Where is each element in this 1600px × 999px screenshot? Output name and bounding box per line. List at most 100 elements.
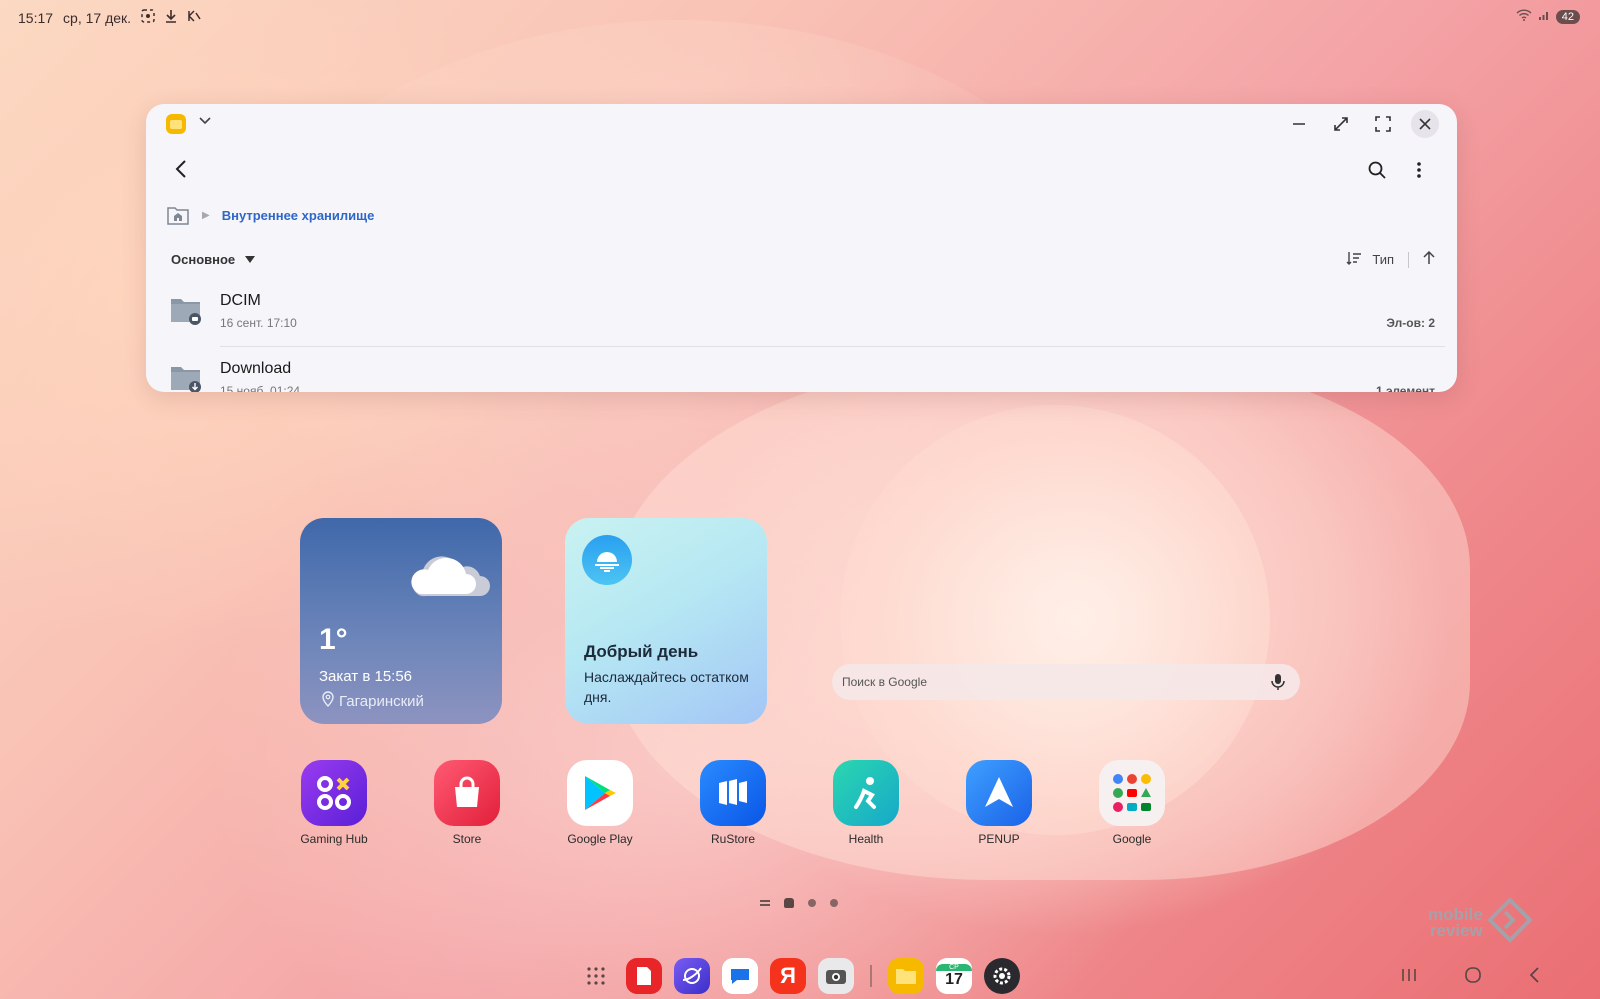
file-name: DCIM [220,292,261,309]
battery-badge: 42 [1555,9,1580,24]
file-date: 16 сент. 17:10 [220,316,297,330]
my-files-icon[interactable] [888,958,924,994]
app-label: Health [848,832,884,846]
filter-dropdown[interactable]: Основное [171,252,256,267]
back-button[interactable] [166,154,196,184]
file-count: Эл-ов: 2 [1386,316,1435,330]
minimize-button[interactable] [1285,110,1313,138]
app-label: PENUP [978,832,1020,846]
chevron-down-icon[interactable] [198,113,212,130]
app-rustore[interactable]: RuStore [678,760,788,846]
mobile-review-watermark: mobile review [1428,897,1533,948]
home-button[interactable] [1464,966,1482,989]
microphone-icon[interactable] [1268,672,1288,692]
greeting-title: Добрый день [584,642,699,661]
filter-label: Основное [171,252,236,267]
greeting-subtitle: Наслаждайтесь остатком дня. [584,669,749,705]
taskbar: Я СР 17 [578,958,1020,994]
weather-widget[interactable]: 1° Закат в 15:56 Гагаринский [300,518,502,724]
dropdown-arrow-icon [245,252,256,267]
app-google-folder[interactable]: Google [1077,760,1187,846]
page-list-icon[interactable] [760,900,770,906]
calendar-weekday: СР [936,963,972,971]
app-penup[interactable]: PENUP [944,760,1054,846]
back-nav-button[interactable] [1528,966,1540,989]
app-google-play[interactable]: Google Play [545,760,655,846]
sort-direction-icon[interactable] [1423,250,1435,268]
home-page-dot[interactable] [784,898,794,908]
list-item[interactable]: Download 15 нояб. 01:24 1 элемент [146,352,1457,392]
google-folder-icon [1099,760,1165,826]
calendar-icon[interactable]: СР 17 [936,958,972,994]
sort-icon[interactable] [1346,251,1362,268]
divider [870,965,872,987]
app-label: Store [452,832,482,846]
app-label: Google Play [567,832,633,846]
screenshot-icon [141,9,155,26]
page-dot[interactable] [808,899,816,907]
messages-icon[interactable] [722,958,758,994]
app-label: Google [1112,832,1152,846]
close-button[interactable] [1411,110,1439,138]
status-date: ср, 17 дек. [63,9,132,26]
divider [1408,251,1409,268]
location-pin-icon [321,691,335,711]
location-name: Гагаринский [339,692,424,710]
app-drawer-icon[interactable] [578,958,614,994]
sort-bar: Основное Тип [146,246,1457,276]
penup-icon [966,760,1032,826]
list-item[interactable]: DCIM 16 сент. 17:10 Эл-ов: 2 [146,284,1457,350]
camera-icon[interactable] [818,958,854,994]
google-play-icon [567,760,633,826]
store-icon [434,760,500,826]
search-button[interactable] [1363,156,1391,184]
resize-button[interactable] [1327,110,1355,138]
breadcrumb: ▶ Внутреннее хранилище [166,204,374,226]
folder-camera-icon [170,296,201,325]
app-label: Gaming Hub [300,832,368,846]
file-date: 15 нояб. 01:24 [220,384,301,392]
more-options-button[interactable] [1405,156,1433,184]
breadcrumb-internal-storage[interactable]: Внутреннее хранилище [222,208,375,223]
status-time: 15:17 [18,9,54,26]
navigation-bar [1400,966,1540,989]
gaming-hub-icon [301,760,367,826]
app-health[interactable]: Health [811,760,921,846]
temperature: 1° [319,623,348,656]
google-search-input[interactable] [832,664,1252,700]
sort-by-button[interactable]: Тип [1372,252,1394,267]
file-count: 1 элемент [1376,384,1435,392]
app-store[interactable]: Store [412,760,522,846]
file-name: Download [220,360,292,377]
file-manager-window: ▶ Внутреннее хранилище Основное Тип DCIM… [146,104,1457,392]
watermark-logo-icon [1486,897,1533,948]
window-toolbar [146,150,1457,190]
breadcrumb-separator-icon: ▶ [202,209,210,221]
folder-download-icon [170,364,201,392]
google-search-bar[interactable] [832,664,1300,700]
health-icon [833,760,899,826]
cloud-icon [406,544,490,600]
page-dot[interactable] [830,899,838,907]
download-icon [165,9,177,26]
window-titlebar[interactable] [146,104,1457,142]
location: Гагаринский [321,691,424,711]
my-files-app-icon [166,114,186,134]
sunset-time: Закат в 15:56 [319,668,413,685]
page-indicator[interactable] [760,898,838,908]
app-label: RuStore [710,832,756,846]
maximize-button[interactable] [1369,110,1397,138]
calendar-day: 17 [945,970,963,988]
settings-icon[interactable] [984,958,1020,994]
recent-apps-button[interactable] [1400,967,1418,988]
app-gaming-hub[interactable]: Gaming Hub [279,760,389,846]
wifi-icon [1516,9,1532,24]
yandex-icon[interactable]: Я [770,958,806,994]
greeting-widget[interactable]: Добрый день Наслаждайтесь остатком дня. [565,518,767,724]
sunset-icon [582,535,632,585]
cellular-icon [1538,9,1550,24]
home-folder-icon[interactable] [166,204,190,226]
notes-icon[interactable] [626,958,662,994]
signal-off-icon [187,9,201,26]
internet-icon[interactable] [674,958,710,994]
